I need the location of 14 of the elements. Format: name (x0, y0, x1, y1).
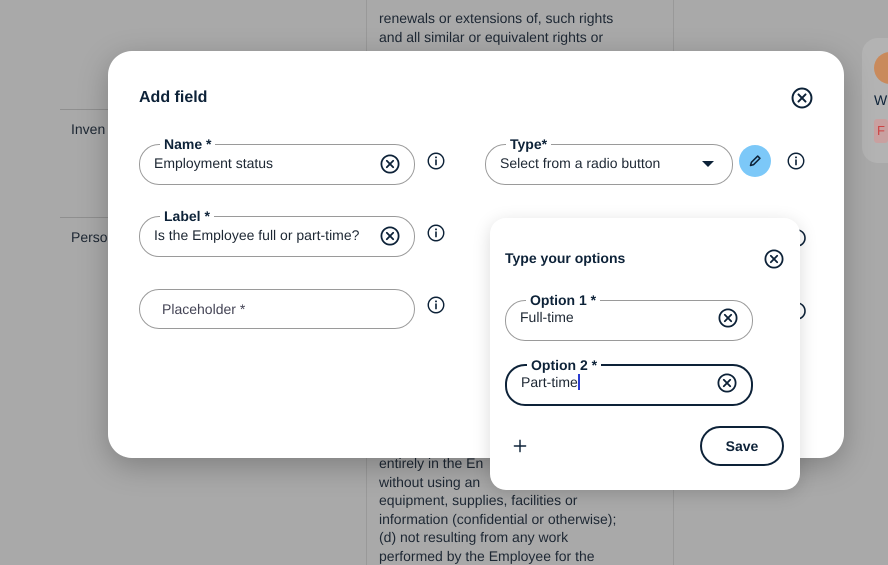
tag: F (874, 119, 888, 142)
paragraph-line: and all similar or equivalent rights or (379, 28, 604, 46)
dialog-title: Add field (139, 88, 208, 108)
paragraph-line: performed by the Employee for the (379, 546, 596, 565)
paragraph-line: (d) not resulting from any work (379, 528, 570, 546)
row-label: Inven (71, 121, 106, 137)
card-initial: W (874, 91, 888, 110)
paragraph-line: equipment, supplies, facilities or (379, 491, 578, 510)
popover-title: Type your options (505, 249, 626, 268)
paragraph-line: without using an (379, 472, 482, 491)
row-label: Perso (71, 229, 108, 245)
paragraph-line: entirely in the En (379, 454, 484, 472)
paragraph-line: information (confidential or otherwise); (379, 510, 618, 528)
paragraph-line: renewals or extensions of, such rights (379, 9, 614, 28)
